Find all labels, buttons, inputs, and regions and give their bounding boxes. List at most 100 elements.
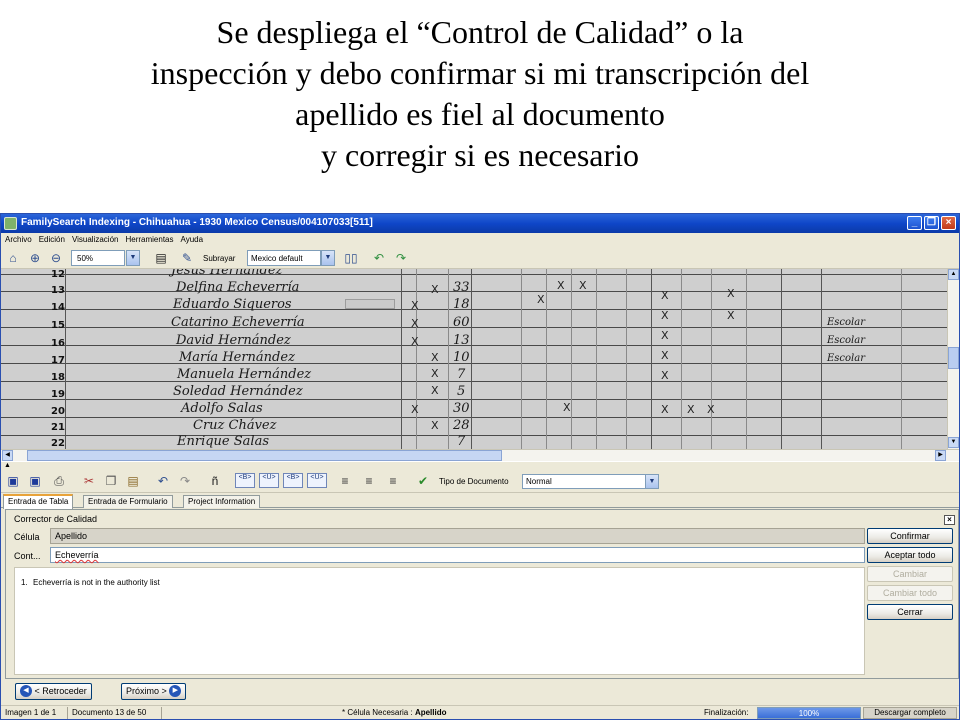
cut-button[interactable]: ✂ [81, 473, 97, 489]
required-cell-name: Apellido [414, 708, 447, 717]
highlight-button[interactable]: ✎ [179, 250, 195, 266]
census-age: 33 [453, 280, 470, 295]
copy-button[interactable]: ❐ [103, 473, 119, 489]
save-all-icon: ▣ [29, 474, 41, 488]
zoom-in-icon: ⊕ [29, 251, 41, 265]
tab-entrada-de-formulario[interactable]: Entrada de Formulario [83, 495, 173, 508]
scroll-left-icon[interactable]: ◀ [2, 450, 13, 461]
image-horizontal-scrollbar[interactable]: ◀ ▶ [1, 449, 959, 461]
scissors-icon: ✂ [83, 474, 95, 488]
save-all-button[interactable]: ▣ [27, 473, 43, 489]
window-titlebar[interactable]: FamilySearch Indexing - Chihuahua - 1930… [1, 214, 959, 233]
scroll-up-icon[interactable]: ▲ [948, 269, 959, 280]
home-button[interactable]: ⌂ [5, 250, 21, 266]
census-name: David Hernández [176, 333, 291, 348]
scroll-right-icon[interactable]: ▶ [935, 450, 946, 461]
cell-label: Célula [14, 532, 40, 542]
image-vertical-scrollbar[interactable]: ▲ ▼ [947, 269, 959, 449]
format-bold-2-button[interactable]: <B> [283, 473, 303, 488]
census-row-number: 22 [51, 438, 65, 449]
highlighted-field-box [345, 299, 395, 309]
slide-title-line: apellido es fiel al documento [295, 96, 665, 132]
close-panel-icon[interactable]: × [944, 515, 955, 525]
format-underline-1-button[interactable]: <U> [259, 473, 279, 488]
zoom-in-button[interactable]: ⊕ [27, 250, 43, 266]
confirmar-button[interactable]: Confirmar [867, 528, 953, 544]
vertical-scroll-thumb[interactable] [948, 347, 959, 369]
tipo-documento-dropdown-arrow[interactable]: ▼ [645, 474, 659, 489]
cerrar-button[interactable]: Cerrar [867, 604, 953, 620]
navigation-bar: ◀ < Retroceder Próximo > ▶ [1, 681, 959, 703]
cambiar-todo-button[interactable]: Cambiar todo [867, 585, 953, 601]
back-button[interactable]: ◀ < Retroceder [15, 683, 92, 700]
issue-text: Echeverría is not in the authority list [33, 578, 160, 587]
scroll-down-icon[interactable]: ▼ [948, 437, 959, 448]
aceptar-todo-button[interactable]: Aceptar todo [867, 547, 953, 563]
menu-edicion[interactable]: Edición [35, 233, 68, 244]
minimize-button[interactable]: _ [907, 216, 922, 230]
close-window-button[interactable]: × [941, 216, 956, 230]
census-image-viewer[interactable]: 12 13 14 15 16 17 18 19 20 21 22 Jesus H… [1, 269, 947, 449]
content-input[interactable]: Echeverría [50, 547, 865, 563]
tab-entrada-de-tabla[interactable]: Entrada de Tabla [3, 494, 74, 509]
census-name: María Hernández [179, 350, 295, 365]
census-note: Escolar [827, 353, 865, 364]
completion-progress-bar: 100% [757, 707, 861, 719]
rotate-right-button[interactable]: ↷ [393, 250, 409, 266]
paste-button[interactable]: ▤ [125, 473, 141, 489]
document-count: Documento 13 de 50 [72, 708, 147, 717]
undo-button[interactable]: ↶ [155, 473, 171, 489]
rotate-left-icon: ↶ [373, 251, 385, 265]
save-button[interactable]: ▣ [5, 473, 21, 489]
print-button[interactable]: ⎙ [51, 473, 67, 489]
census-row-number: 12 [51, 269, 65, 280]
blank-row-button[interactable]: ≡ [385, 473, 401, 489]
menu-archivo[interactable]: Archivo [1, 233, 35, 244]
census-row-number: 14 [51, 302, 65, 313]
menu-ayuda[interactable]: Ayuda [177, 233, 207, 244]
next-button-label: Próximo > [126, 686, 167, 696]
insert-row-button[interactable]: ≡ [337, 473, 353, 489]
zoom-dropdown-arrow[interactable]: ▼ [126, 250, 140, 266]
zoom-level-field[interactable]: 50% [71, 250, 125, 266]
back-button-label: < Retroceder [34, 686, 87, 696]
next-button[interactable]: Próximo > ▶ [121, 683, 187, 700]
descargar-completo-button[interactable]: Descargar completo [863, 707, 957, 719]
census-age: 10 [453, 350, 470, 365]
cell-field-value: Apellido [50, 528, 865, 544]
census-row-number: 20 [51, 406, 65, 417]
tab-project-information[interactable]: Project Information [183, 495, 261, 508]
restore-button[interactable]: ❐ [924, 216, 939, 230]
layout-button[interactable]: ▯▯ [343, 250, 359, 266]
copy-icon: ❐ [105, 474, 117, 488]
cambiar-button[interactable]: Cambiar [867, 566, 953, 582]
subrayar-label: Subrayar [203, 254, 236, 263]
ditto-button[interactable]: ñ [207, 473, 223, 489]
undo-icon: ↶ [157, 474, 169, 488]
redo-button[interactable]: ↷ [177, 473, 193, 489]
ditto-icon: ñ [211, 474, 219, 488]
menu-herramientas[interactable]: Herramientas [121, 233, 176, 244]
issue-item[interactable]: 1. Echeverría is not in the authority lis… [21, 578, 160, 587]
census-note: Escolar [827, 317, 865, 328]
paste-icon: ▤ [127, 474, 139, 488]
zoom-out-button[interactable]: ⊖ [48, 250, 64, 266]
content-input-value: Echeverría [55, 550, 99, 560]
quality-checker-title: Corrector de Calidad [14, 514, 98, 524]
subrayar-select[interactable]: Mexico default [247, 250, 321, 266]
status-bar: Imagen 1 de 1 Documento 13 de 50 * Célul… [1, 705, 959, 719]
image-toolbar: ⌂ ⊕ ⊖ 50% ▼ ▤ ✎ Subrayar Mexico default … [1, 247, 959, 269]
delete-row-button[interactable]: ≡ [361, 473, 377, 489]
redo-icon: ↷ [179, 474, 191, 488]
horizontal-scroll-thumb[interactable] [27, 450, 502, 461]
format-underline-2-button[interactable]: <U> [307, 473, 327, 488]
pane-splitter[interactable]: ▲▼ [1, 461, 959, 476]
format-bold-1-button[interactable]: <B> [235, 473, 255, 488]
rotate-left-button[interactable]: ↶ [371, 250, 387, 266]
tipo-documento-select[interactable]: Normal [522, 474, 646, 489]
menu-visualizacion[interactable]: Visualización [68, 233, 122, 244]
document-button[interactable]: ▤ [153, 250, 169, 266]
check-button[interactable]: ✔ [415, 473, 431, 489]
subrayar-dropdown-arrow[interactable]: ▼ [321, 250, 335, 266]
tipo-documento-label: Tipo de Documento [439, 477, 509, 486]
